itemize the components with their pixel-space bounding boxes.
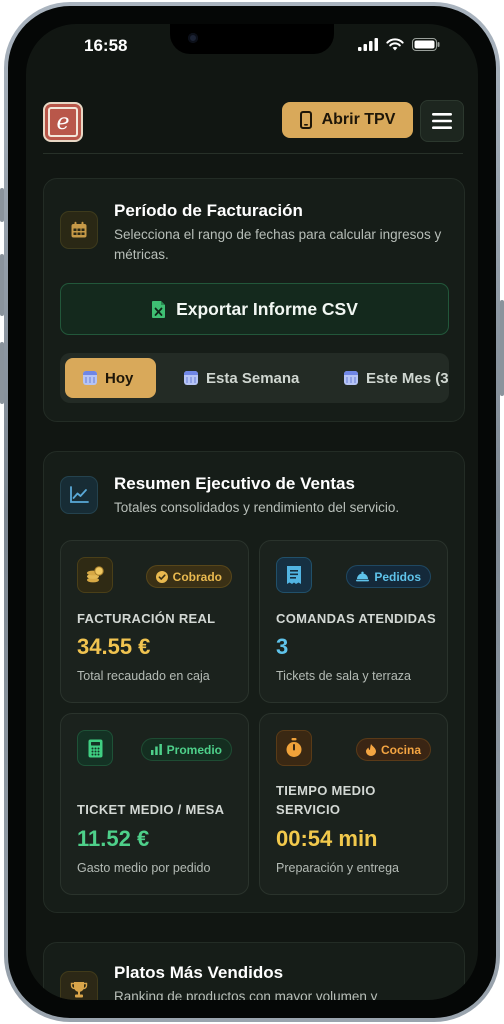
badge-label: Cobrado: [172, 569, 222, 584]
metric-value: 11.52 €: [77, 826, 150, 851]
calculator-icon: [77, 730, 113, 766]
status-time: 16:58: [84, 36, 128, 55]
dynamic-island: [170, 24, 334, 54]
export-csv-button[interactable]: Exportar Informe CSV: [60, 283, 449, 335]
menu-button[interactable]: [420, 100, 464, 142]
metric-label: TIEMPO MEDIO SERVICIO: [276, 783, 376, 817]
check-circle-icon: [155, 570, 168, 583]
metric-value: 3: [276, 634, 289, 659]
camera-icon: [188, 33, 198, 43]
hamburger-icon: [432, 113, 452, 129]
metric-note: Total recaudado en caja: [77, 669, 210, 683]
app-screen: 16:58 e Abrir TPV Período de Facturación…: [26, 24, 478, 1000]
summary-title: Resumen Ejecutivo de Ventas: [114, 474, 355, 493]
open-tpv-button[interactable]: Abrir TPV: [282, 102, 413, 138]
export-csv-label: Exportar Informe CSV: [176, 298, 358, 319]
range-tab-week[interactable]: Esta Semana: [166, 358, 316, 398]
status-badge: Promedio: [140, 738, 232, 761]
range-tab-label: Esta Semana: [206, 369, 300, 387]
battery-icon: [412, 38, 440, 51]
receipt-icon: [276, 557, 312, 593]
top-dishes-card: Platos Más Vendidos Ranking de productos…: [43, 942, 465, 1000]
trophy-icon: [60, 971, 98, 1000]
phone-icon: [299, 111, 312, 129]
app-logo[interactable]: e: [43, 102, 83, 142]
top-dishes-subtitle: Ranking de productos con mayor volumen y: [114, 989, 378, 1000]
range-tab-today[interactable]: Hoy: [65, 358, 156, 398]
metric-value: 34.55 €: [77, 634, 151, 659]
status-badge: Cocina: [355, 738, 431, 761]
status-badge: Cobrado: [145, 565, 232, 588]
cloche-icon: [356, 571, 370, 582]
sales-summary-card: Resumen Ejecutivo de Ventas Totales cons…: [43, 451, 465, 913]
coins-icon: [77, 557, 113, 593]
metric-value: 00:54 min: [276, 826, 378, 851]
volume-up-button: [0, 254, 4, 316]
metric-note: Gasto medio por pedido: [77, 861, 211, 875]
status-bar: 16:58: [26, 24, 478, 72]
volume-down-button: [0, 342, 4, 404]
badge-label: Pedidos: [374, 569, 421, 584]
calendar-icon: [184, 371, 198, 385]
calendar-icon: [344, 371, 358, 385]
metric-note: Preparación y entrega: [276, 861, 399, 875]
signal-icon: [358, 38, 378, 51]
logo-letter: e: [48, 107, 78, 137]
billing-title: Período de Facturación: [114, 201, 303, 220]
metric-label: FACTURACIÓN REAL: [77, 611, 216, 626]
metric-tile-orders: Pedidos COMANDAS ATENDIDAS 3 Tickets de …: [259, 540, 448, 703]
metric-tile-revenue: Cobrado FACTURACIÓN REAL 34.55 € Total r…: [60, 540, 249, 703]
badge-label: Promedio: [166, 742, 222, 757]
summary-subtitle: Totales consolidados y rendimiento del s…: [114, 500, 400, 515]
stopwatch-icon: [276, 730, 312, 766]
range-tab-month[interactable]: Este Mes (3: [326, 358, 449, 398]
date-range-selector: Hoy Esta Semana Este Mes (3: [60, 353, 449, 403]
metric-note: Tickets de sala y terraza: [276, 669, 412, 683]
badge-label: Cocina: [380, 742, 421, 757]
metric-label: TICKET MEDIO / MESA: [77, 802, 225, 817]
calendar-icon: [60, 211, 98, 249]
status-badge: Pedidos: [346, 565, 431, 588]
range-tab-label: Este Mes (3: [366, 369, 449, 387]
billing-subtitle: Selecciona el rango de fechas para calcu…: [114, 227, 442, 262]
metric-label: COMANDAS ATENDIDAS: [276, 611, 436, 626]
trend-chart-icon: [60, 476, 98, 514]
app-header: e Abrir TPV: [26, 96, 478, 154]
status-icons: [358, 38, 440, 51]
action-button: [0, 188, 4, 222]
metric-tile-avg-ticket: Promedio TICKET MEDIO / MESA 11.52 € Gas…: [60, 713, 249, 895]
open-tpv-label: Abrir TPV: [321, 111, 396, 128]
bar-chart-icon: [150, 744, 162, 755]
billing-period-card: Período de Facturación Selecciona el ran…: [43, 178, 465, 422]
metric-tile-service-time: Cocina TIEMPO MEDIO SERVICIO 00:54 min P…: [259, 713, 448, 895]
fire-icon: [365, 743, 376, 756]
power-button: [500, 300, 504, 396]
wifi-icon: [386, 38, 404, 51]
calendar-icon: [83, 371, 97, 385]
header-divider: [43, 153, 463, 154]
spreadsheet-file-icon: [152, 300, 166, 318]
range-tab-label: Hoy: [105, 369, 134, 387]
top-dishes-title: Platos Más Vendidos: [114, 963, 284, 982]
